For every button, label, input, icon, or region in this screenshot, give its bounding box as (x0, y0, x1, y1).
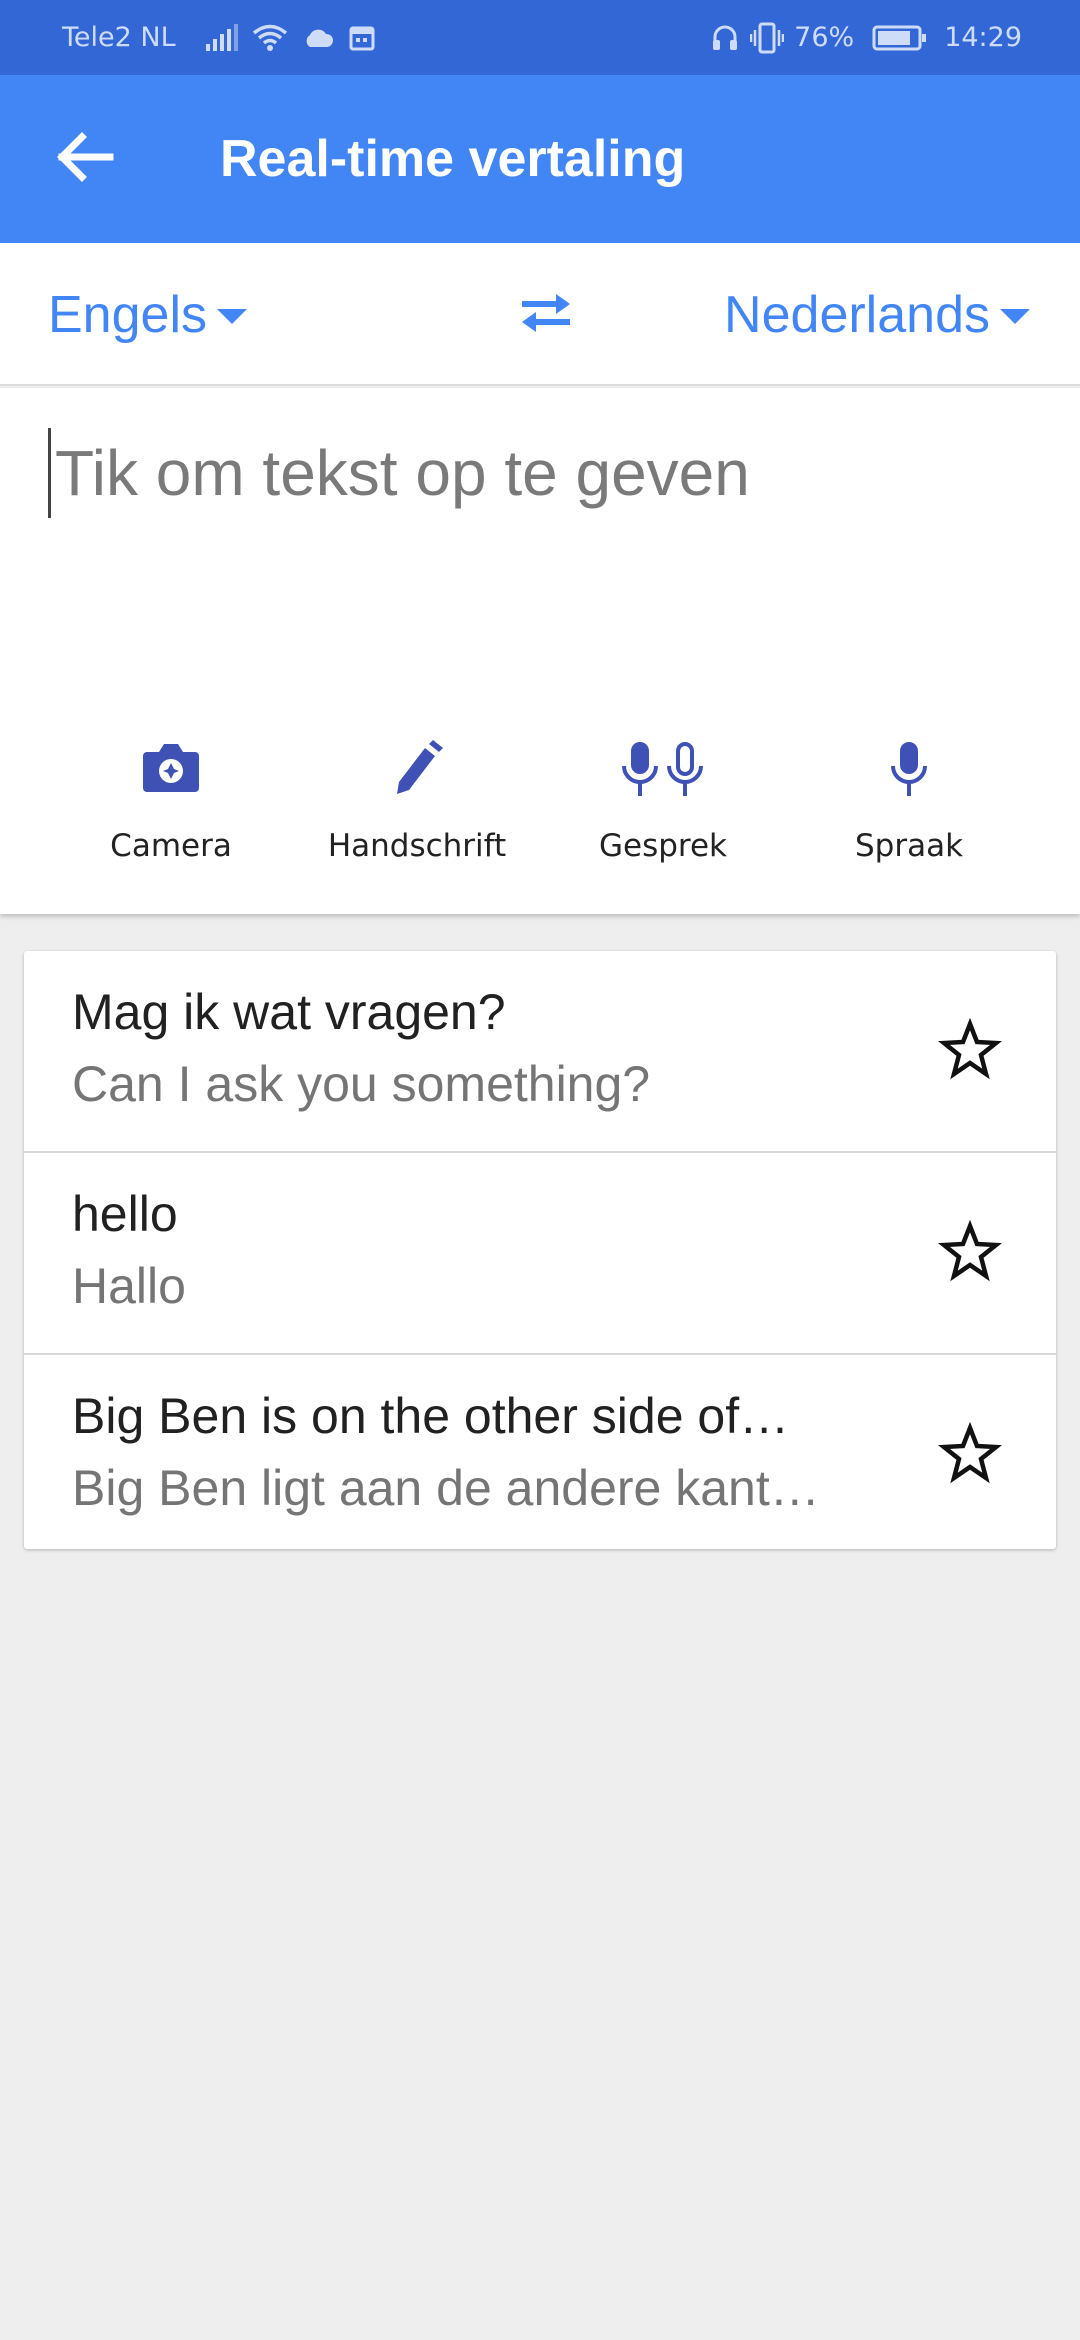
history-original-text: Big Ben is on the other side of… (72, 1388, 790, 1444)
back-button[interactable] (44, 119, 124, 199)
target-language-selector[interactable]: Nederlands (724, 243, 1030, 386)
arrow-back-icon (52, 125, 116, 194)
status-bar: Tele2 NL 76% 14:29 (0, 0, 1080, 75)
signal-icon (204, 23, 238, 52)
handwriting-button[interactable]: Handschrift (294, 738, 540, 888)
swap-languages-button[interactable] (510, 283, 582, 347)
history-original-text: Mag ik wat vragen? (72, 984, 506, 1040)
battery-percentage: 76% (794, 22, 855, 53)
swap-horiz-icon (516, 288, 576, 343)
handwriting-label: Handschrift (327, 828, 507, 864)
vibrate-icon (750, 22, 785, 54)
camera-button[interactable]: Camera (48, 738, 294, 888)
history-list: Mag ik wat vragen? Can I ask you somethi… (24, 951, 1056, 1549)
conversation-label: Gesprek (598, 828, 727, 864)
input-area: Tik om tekst op te geven Camera Handschr… (0, 388, 1080, 914)
conversation-button[interactable]: Gesprek (540, 738, 786, 888)
calendar-icon (348, 24, 376, 52)
speech-label: Spraak (854, 828, 964, 864)
app-bar: Real-time vertaling (0, 75, 1080, 243)
dropdown-caret-icon (217, 309, 247, 324)
wifi-icon (252, 23, 288, 53)
history-translated-text: Big Ben ligt aan de andere kant… (72, 1460, 820, 1516)
star-outline-icon (937, 1421, 1003, 1491)
pen-icon (385, 738, 449, 803)
source-language-label: Engels (48, 285, 207, 344)
history-item[interactable]: Mag ik wat vragen? Can I ask you somethi… (24, 951, 1056, 1153)
star-outline-icon (937, 1017, 1003, 1087)
speech-button[interactable]: Spraak (786, 738, 1032, 888)
star-outline-icon (937, 1219, 1003, 1289)
camera-label: Camera (110, 828, 232, 864)
favorite-button[interactable] (934, 1218, 1006, 1290)
dropdown-caret-icon (1000, 309, 1030, 324)
mic-icon (881, 738, 937, 807)
language-bar: Engels Nederlands (0, 243, 1080, 386)
input-tools: Camera Handschrift Gesprek Spraak (0, 738, 1080, 888)
cloud-icon (302, 27, 334, 49)
app-title: Real-time vertaling (220, 130, 686, 188)
favorite-button[interactable] (934, 1016, 1006, 1088)
target-language-label: Nederlands (724, 285, 990, 344)
battery-icon (872, 24, 928, 52)
history-translated-text: Hallo (72, 1258, 186, 1314)
headset-icon (710, 23, 740, 53)
history-item[interactable]: Big Ben is on the other side of… Big Ben… (24, 1355, 1056, 1549)
two-mics-icon (615, 738, 711, 807)
favorite-button[interactable] (934, 1420, 1006, 1492)
camera-icon (139, 738, 203, 803)
text-input[interactable]: Tik om tekst op te geven (48, 428, 1038, 518)
history-original-text: hello (72, 1186, 178, 1242)
history-item[interactable]: hello Hallo (24, 1153, 1056, 1355)
clock: 14:29 (944, 22, 1022, 53)
history-translated-text: Can I ask you something? (72, 1056, 651, 1112)
carrier-label: Tele2 NL (62, 22, 176, 53)
source-language-selector[interactable]: Engels (48, 243, 247, 386)
